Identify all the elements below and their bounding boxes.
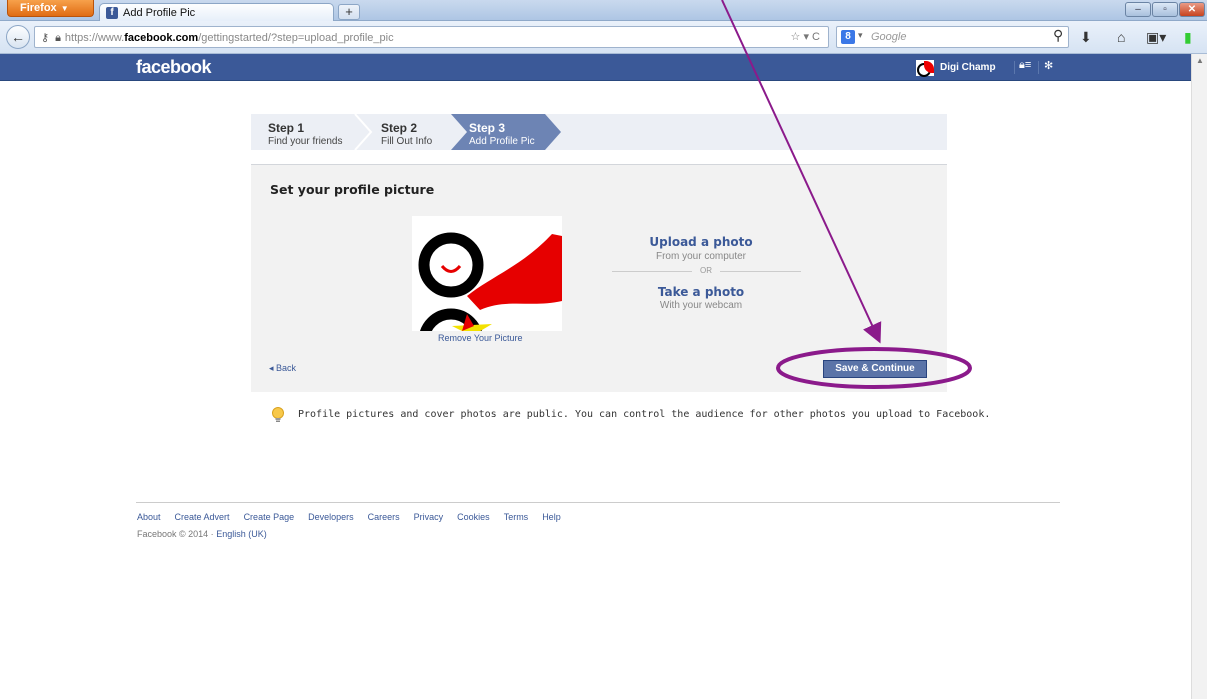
footer-link-about[interactable]: About (137, 512, 161, 522)
privacy-shortcuts-icon[interactable]: 🔒︎≡ (1019, 59, 1031, 72)
url-domain: facebook.com (124, 32, 199, 44)
settings-gear-icon[interactable]: ✻ (1044, 59, 1053, 72)
bookmark-star-icon[interactable]: ☆ (791, 31, 801, 43)
back-link[interactable]: ◂ Back (269, 363, 296, 374)
minimize-button[interactable]: – (1125, 2, 1151, 17)
page-scrollbar[interactable]: ▲ (1191, 54, 1207, 699)
footer-link-developers[interactable]: Developers (308, 512, 354, 522)
close-window-button[interactable]: ✕ (1179, 2, 1205, 17)
footer-link-create-advert[interactable]: Create Advert (175, 512, 230, 522)
lock-icon: 🔒︎ (55, 32, 61, 44)
user-name: Digi Champ (940, 62, 996, 73)
profile-picture-panel: Set your profile picture Remove Your Pic… (251, 164, 947, 392)
lightbulb-icon (272, 407, 284, 422)
facebook-header: facebook Digi Champ 🔒︎≡ ✻ (0, 54, 1191, 81)
footer-divider (136, 502, 1060, 503)
scroll-up-icon[interactable]: ▲ (1196, 56, 1204, 65)
footer-link-create-page[interactable]: Create Page (244, 512, 295, 522)
facebook-favicon-icon: f (106, 7, 118, 19)
step-label: Add Profile Pic (469, 136, 535, 147)
tab-add-profile-pic[interactable]: f Add Profile Pic (99, 3, 334, 22)
profile-picture-preview (412, 216, 562, 331)
home-icon[interactable]: ⌂ (1117, 29, 1125, 45)
new-tab-button[interactable]: + (338, 4, 360, 20)
url-prefix: https://www. (64, 32, 125, 44)
footer-link-terms[interactable]: Terms (504, 512, 529, 522)
take-photo-link[interactable]: Take a photo (611, 285, 791, 299)
download-icon[interactable]: ⬇ (1080, 29, 1092, 46)
key-icon: ⚷ (41, 32, 50, 44)
upload-photo-link[interactable]: Upload a photo (611, 235, 791, 249)
avatar (916, 60, 934, 77)
browser-titlebar: Firefox ▼ f Add Profile Pic + – ▫ ✕ (0, 0, 1207, 22)
step-progress-bar: Step 1 Find your friends Step 2 Fill Out… (251, 114, 947, 150)
copyright-text: Facebook © 2014 · (137, 529, 217, 539)
browser-navbar: ← ⚷ 🔒︎ https://www.facebook.com/gettingsta… (0, 21, 1207, 54)
profile-picture-image (418, 232, 562, 331)
firefox-menu-button[interactable]: Firefox ▼ (7, 0, 94, 17)
search-placeholder: Google (871, 31, 907, 43)
url-actions: ☆ ▾ C (791, 30, 820, 43)
tab-title: Add Profile Pic (123, 7, 196, 19)
facebook-logo[interactable]: facebook (136, 57, 212, 78)
firefox-menu-label: Firefox (20, 2, 57, 14)
engine-dropdown-icon[interactable]: ▾ (858, 30, 863, 41)
signal-icon[interactable]: ▮ (1184, 29, 1192, 46)
header-divider (1038, 61, 1039, 74)
header-divider (1014, 61, 1015, 74)
remove-picture-link[interactable]: Remove Your Picture (438, 333, 523, 343)
reload-icon[interactable]: C (812, 31, 820, 43)
upload-photo-subtitle: From your computer (655, 251, 747, 262)
footer-link-help[interactable]: Help (542, 512, 561, 522)
privacy-tip-text: Profile pictures and cover photos are pu… (298, 409, 991, 420)
footer-links: About Create Advert Create Page Developers C… (137, 512, 575, 522)
browser-back-button[interactable]: ← (6, 25, 30, 49)
footer-link-cookies[interactable]: Cookies (457, 512, 490, 522)
take-photo-subtitle: With your webcam (659, 300, 743, 311)
language-link[interactable]: English (UK) (216, 529, 267, 539)
panel-title: Set your profile picture (270, 182, 435, 197)
url-dropdown-icon[interactable]: ▾ (803, 31, 809, 43)
chevron-down-icon: ▼ (60, 4, 69, 13)
google-engine-icon[interactable]: 8 (841, 30, 855, 44)
screenshot-root: { "browser": { "menu_button": "Firefox",… (0, 0, 1207, 699)
step-number: Step 3 (469, 121, 506, 135)
url-bar[interactable]: ⚷ 🔒︎ https://www.facebook.com/gettingstart… (34, 26, 829, 48)
search-icon[interactable]: ⚲ (1053, 27, 1063, 44)
maximize-button[interactable]: ▫ (1152, 2, 1178, 17)
or-label: OR (692, 266, 720, 275)
search-bar[interactable]: 8 ▾ Google (836, 26, 1069, 48)
footer-link-careers[interactable]: Careers (368, 512, 400, 522)
step-3-active[interactable]: Step 3 Add Profile Pic (469, 114, 569, 150)
extension-icon[interactable]: ▣▾ (1146, 29, 1166, 46)
url-path: /gettingstarted/?step=upload_profile_pic (198, 32, 394, 44)
user-profile-link[interactable]: Digi Champ (916, 59, 996, 77)
footer-link-privacy[interactable]: Privacy (414, 512, 444, 522)
save-continue-button[interactable]: Save & Continue (823, 360, 927, 378)
footer-copyright: Facebook © 2014 · English (UK) (137, 529, 267, 539)
step-separator (354, 114, 373, 150)
